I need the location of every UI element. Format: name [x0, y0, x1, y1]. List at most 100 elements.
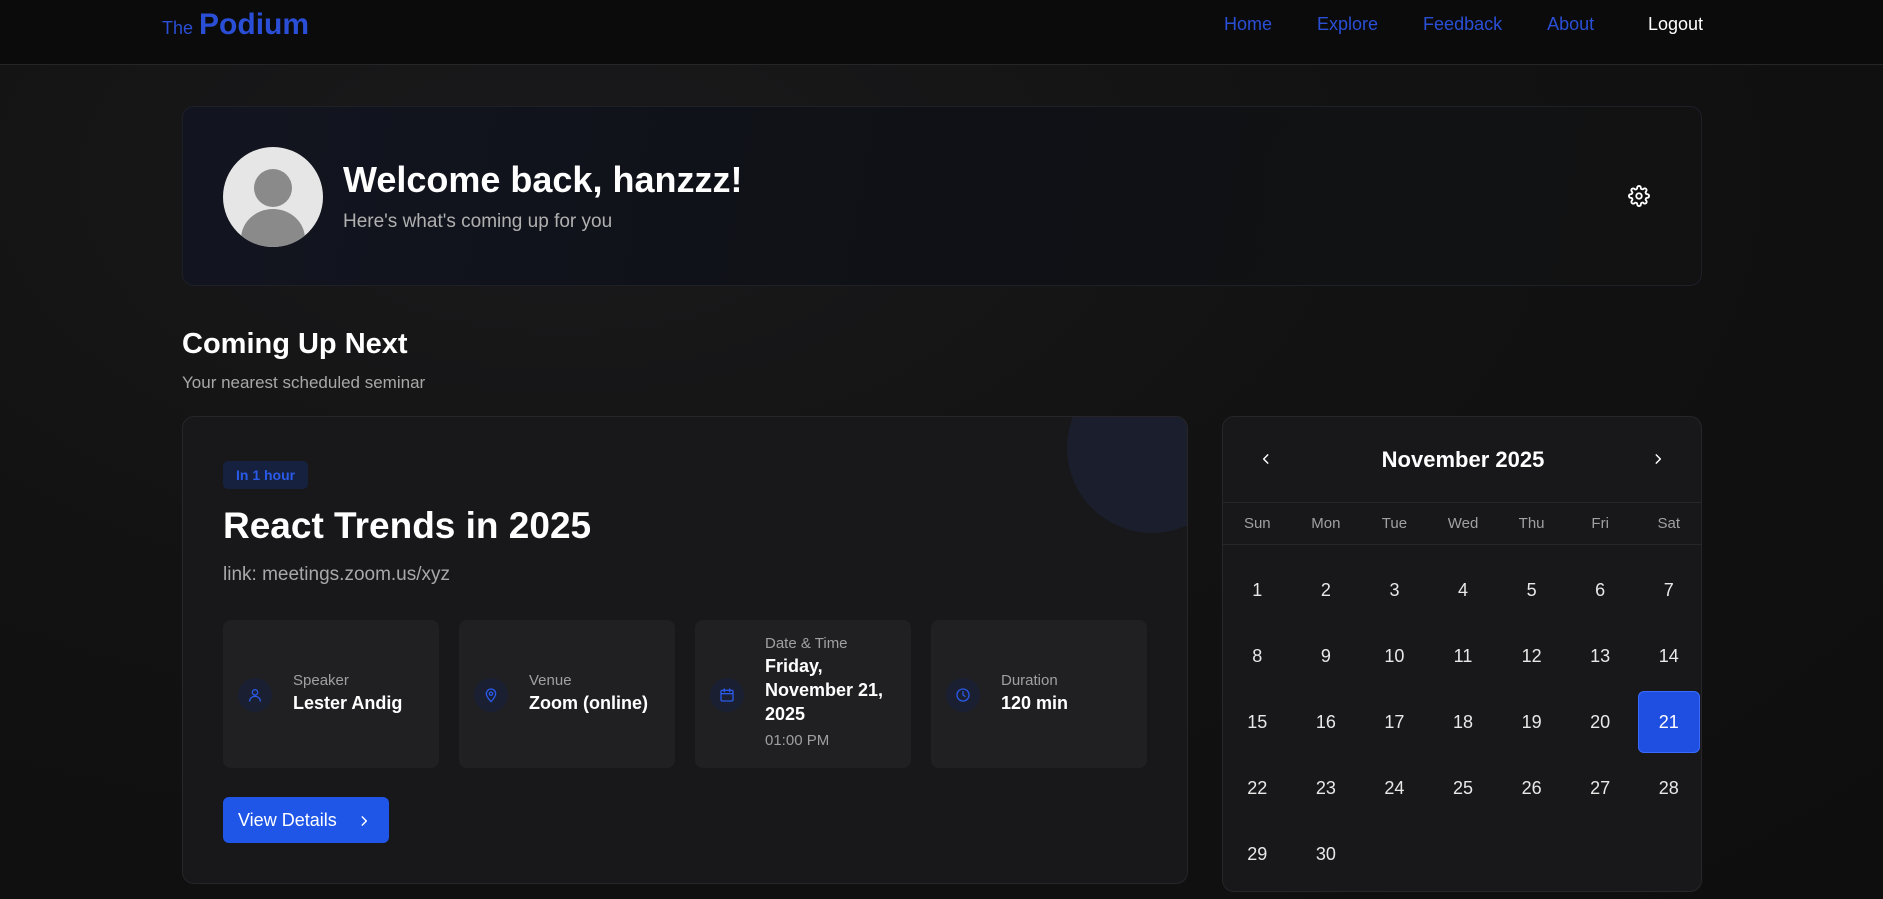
calendar-day[interactable]: 7 — [1634, 557, 1701, 623]
gear-icon[interactable] — [1628, 185, 1650, 207]
calendar-day[interactable]: 25 — [1429, 755, 1498, 821]
info-datetime: Date & Time Friday, November 21, 2025 01… — [695, 620, 911, 768]
chevron-right-icon[interactable] — [1648, 449, 1668, 469]
datetime-time: 01:00 PM — [765, 732, 830, 749]
calendar-week-row: 8 9 10 11 12 13 14 — [1223, 623, 1701, 689]
calendar-day[interactable]: 8 — [1223, 623, 1292, 689]
venue-value: Zoom (online) — [529, 693, 648, 713]
calendar-empty-cell — [1360, 821, 1429, 887]
brand-logo[interactable]: The Podium — [162, 8, 309, 42]
calendar-week-row: 29 30 — [1223, 821, 1701, 887]
datetime-value-line2: November 21, — [765, 680, 884, 700]
calendar-day[interactable]: 30 — [1292, 821, 1361, 887]
info-venue: Venue Zoom (online) — [459, 620, 675, 768]
calendar-day[interactable]: 29 — [1223, 821, 1292, 887]
welcome-title: Welcome back, hanzzz! — [343, 159, 743, 200]
calendar-day[interactable]: 24 — [1360, 755, 1429, 821]
weekday-label: Fri — [1591, 515, 1609, 532]
calendar-weekdays: Sun Mon Tue Wed Thu Fri Sat — [1223, 503, 1701, 545]
calendar-month: November 2025 — [1381, 447, 1545, 472]
calendar-day[interactable]: 16 — [1292, 689, 1361, 755]
calendar-day[interactable]: 27 — [1566, 755, 1635, 821]
calendar-day[interactable]: 26 — [1497, 755, 1566, 821]
calendar-day[interactable]: 13 — [1566, 623, 1635, 689]
weekday-label: Thu — [1518, 515, 1545, 532]
calendar-day[interactable]: 11 — [1429, 623, 1498, 689]
speaker-label: Speaker — [293, 672, 349, 689]
top-navbar: The Podium Home Explore Feedback About L… — [0, 0, 1883, 65]
info-speaker: Speaker Lester Andig — [223, 620, 439, 768]
brand-name: Podium — [199, 8, 310, 41]
nav-links: Home Explore Feedback About — [1224, 14, 1639, 35]
calendar-day[interactable]: 22 — [1223, 755, 1292, 821]
calendar-empty-cell — [1429, 821, 1498, 887]
calendar-day[interactable]: 17 — [1360, 689, 1429, 755]
duration-value: 120 min — [1001, 693, 1069, 713]
logout-button[interactable]: Logout — [1648, 14, 1703, 35]
calendar-day-number: 21 — [1637, 691, 1700, 753]
datetime-value-line1: Friday, — [765, 656, 823, 676]
calendar-day[interactable]: 15 — [1223, 689, 1292, 755]
avatar[interactable] — [223, 147, 323, 247]
decorative-circle — [1067, 417, 1187, 533]
calendar-grid: 1 2 3 4 5 6 7 8 9 10 11 12 13 14 15 16 17 18 19 20 21 22 23 24 2… — [1223, 557, 1701, 887]
calendar-day[interactable]: 9 — [1292, 623, 1361, 689]
calendar-header: November 2025 — [1223, 417, 1701, 503]
seminar-title: React Trends in 2025 — [223, 505, 592, 546]
weekday-label: Sat — [1657, 515, 1681, 532]
calendar-day[interactable]: 1 — [1223, 557, 1292, 623]
user-icon — [238, 678, 272, 712]
speaker-value: Lester Andig — [293, 693, 403, 713]
calendar-week-row: 15 16 17 18 19 20 21 — [1223, 689, 1701, 755]
datetime-value-line3: 2025 — [765, 704, 806, 724]
view-details-label: View Details — [238, 809, 337, 830]
welcome-card: Welcome back, hanzzz! Here's what's comi… — [182, 106, 1702, 286]
nav-link-home[interactable]: Home — [1224, 14, 1272, 35]
calendar-day[interactable]: 4 — [1429, 557, 1498, 623]
calendar-week-row: 22 23 24 25 26 27 28 — [1223, 755, 1701, 821]
seminar-link: link: meetings.zoom.us/xyz — [223, 564, 451, 585]
weekday-label: Sun — [1243, 515, 1271, 532]
calendar-day[interactable]: 19 — [1497, 689, 1566, 755]
nav-link-about[interactable]: About — [1547, 14, 1594, 35]
avatar-body — [241, 209, 305, 247]
weekday-label: Mon — [1311, 515, 1341, 532]
weekday-label: Wed — [1447, 515, 1479, 532]
section-title: Coming Up Next — [182, 328, 408, 360]
calendar-day[interactable]: 23 — [1292, 755, 1361, 821]
duration-label: Duration — [1001, 672, 1058, 689]
chevron-right-icon — [357, 812, 371, 833]
venue-label: Venue — [529, 672, 572, 689]
time-badge: In 1 hour — [223, 461, 309, 489]
calendar-day[interactable]: 14 — [1634, 623, 1701, 689]
clock-icon — [946, 678, 980, 712]
calendar-day[interactable]: 3 — [1360, 557, 1429, 623]
calendar-day[interactable]: 12 — [1497, 623, 1566, 689]
calendar-day[interactable]: 10 — [1360, 623, 1429, 689]
calendar-day[interactable]: 18 — [1429, 689, 1498, 755]
calendar-day[interactable]: 2 — [1292, 557, 1361, 623]
weekday-label: Tue — [1381, 515, 1408, 532]
calendar-empty-cell — [1497, 821, 1566, 887]
location-pin-icon — [474, 678, 508, 712]
welcome-subtitle: Here's what's coming up for you — [343, 211, 613, 232]
nav-link-explore[interactable]: Explore — [1317, 14, 1378, 35]
calendar-day[interactable]: 6 — [1566, 557, 1635, 623]
brand-prefix: The — [162, 18, 194, 38]
calendar-day[interactable]: 5 — [1497, 557, 1566, 623]
calendar-day-selected[interactable]: 21 — [1634, 689, 1701, 755]
nav-link-feedback[interactable]: Feedback — [1423, 14, 1502, 35]
info-duration: Duration 120 min — [931, 620, 1147, 768]
calendar-empty-cell — [1634, 821, 1701, 887]
calendar-empty-cell — [1566, 821, 1635, 887]
datetime-label: Date & Time — [765, 635, 848, 652]
avatar-head — [254, 169, 292, 207]
calendar-day[interactable]: 20 — [1566, 689, 1635, 755]
view-details-button[interactable]: View Details — [223, 797, 389, 843]
seminar-card: In 1 hour React Trends in 2025 link: mee… — [182, 416, 1188, 884]
calendar-day[interactable]: 28 — [1634, 755, 1701, 821]
calendar-week-row: 1234567 — [1223, 557, 1701, 623]
section-subtitle: Your nearest scheduled seminar — [182, 373, 426, 392]
calendar-widget: November 2025 Sun Mon Tue Wed Thu Fri Sa… — [1222, 416, 1702, 892]
calendar-icon — [710, 678, 744, 712]
